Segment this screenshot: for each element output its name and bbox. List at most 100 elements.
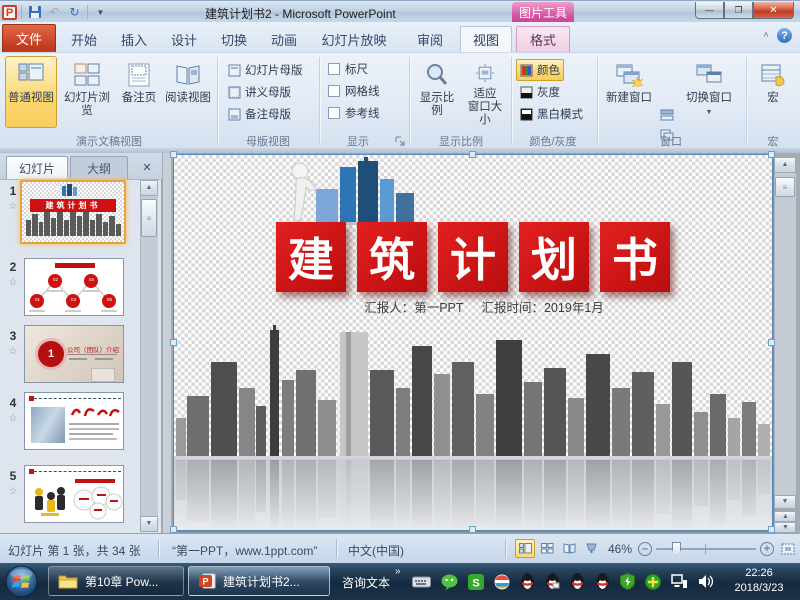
slide-thumbnail-4[interactable] (24, 392, 124, 450)
qq-tray-icon-1[interactable] (520, 573, 535, 590)
title-block: 书 (600, 222, 670, 292)
qq-tray-icon-2[interactable] (545, 573, 560, 590)
tab-review[interactable]: 审阅 (404, 26, 456, 52)
color-button[interactable]: 颜色 (516, 59, 564, 81)
black-white-button[interactable]: 黑白模式 (516, 103, 587, 125)
tab-home[interactable]: 开始 (60, 26, 108, 52)
toolbar-chevron-icon[interactable]: » (395, 566, 401, 577)
zoom-in-button[interactable]: + (760, 542, 774, 556)
zoom-slider-thumb[interactable] (672, 542, 681, 556)
wechat-tray-icon[interactable] (441, 574, 458, 590)
fit-slide-button[interactable] (778, 539, 798, 558)
sogou-s-tray-icon[interactable]: S (468, 574, 484, 590)
slide-thumbnail-1[interactable]: 建筑计划书 (20, 180, 126, 244)
guides-checkbox[interactable]: 参考线 (328, 104, 380, 122)
normal-view-icon (18, 63, 44, 87)
taskbar-toolbar-title[interactable]: 咨询文本 (342, 574, 390, 591)
zoom-percent[interactable]: 46% (608, 542, 632, 556)
ruler-checkbox[interactable]: 标尺 (328, 60, 368, 78)
selection-handle[interactable] (469, 526, 476, 533)
normal-view-button[interactable]: 普通视图 (5, 56, 57, 128)
taskbar-item-powerpoint[interactable]: P 建筑计划书2... (188, 566, 330, 596)
close-pane-icon[interactable]: ✕ (138, 158, 156, 176)
selection-handle[interactable] (469, 151, 476, 158)
pane-scroll-track[interactable] (140, 196, 158, 517)
arrange-all-icon[interactable] (660, 109, 674, 121)
taskbar-item-explorer[interactable]: 第10章 Pow... (48, 566, 184, 596)
tab-slideshow[interactable]: 幻灯片放映 (310, 26, 398, 52)
scroll-up-button[interactable]: ▲ (774, 157, 796, 173)
handout-master-button[interactable]: 讲义母版 (224, 81, 295, 103)
restore-button[interactable]: ❐ (724, 2, 753, 19)
statusbar-normal-view-button[interactable] (515, 539, 535, 558)
minimize-button[interactable]: — (695, 2, 724, 19)
sogou-bear-tray-icon[interactable] (494, 574, 510, 590)
tab-design[interactable]: 设计 (160, 26, 208, 52)
grayscale-button[interactable]: 灰度 (516, 81, 564, 103)
animation-star-icon: ☆ (5, 346, 21, 357)
show-dialog-launcher-icon[interactable] (394, 135, 406, 147)
selection-handle[interactable] (768, 339, 775, 346)
qq-tray-icon-3[interactable] (570, 573, 585, 590)
statusbar-sorter-view-button[interactable] (537, 539, 557, 558)
taskbar-clock[interactable]: 22:26 2018/3/23 (724, 566, 794, 596)
language-indicator[interactable]: 中文(中国) (348, 542, 404, 559)
selection-handle[interactable] (768, 526, 775, 533)
statusbar-slideshow-button[interactable] (581, 539, 601, 558)
slide-master-button[interactable]: 幻灯片母版 (224, 59, 307, 81)
zoom-button[interactable]: 显示比例 (414, 56, 460, 128)
reading-view-button[interactable]: 阅读视图 (163, 56, 213, 128)
pane-scroll-down[interactable]: ▼ (140, 516, 158, 532)
tab-insert[interactable]: 插入 (110, 26, 158, 52)
close-button[interactable]: ✕ (753, 2, 794, 19)
notes-master-button[interactable]: 备注母版 (224, 103, 295, 125)
scroll-down-button[interactable]: ▼ (774, 495, 796, 509)
selection-handle[interactable] (170, 339, 177, 346)
powerpoint-app-icon[interactable]: P (2, 5, 17, 20)
save-icon[interactable] (26, 4, 43, 21)
shield-tray-icon[interactable] (620, 573, 635, 590)
tab-transitions[interactable]: 切换 (210, 26, 258, 52)
slide-canvas[interactable]: 建 筑 计 划 书 汇报人：第一PPT汇报时间：2019年1月 (174, 155, 772, 530)
undo-icon[interactable]: ↶ (46, 4, 63, 21)
statusbar-reading-view-button[interactable] (559, 539, 579, 558)
notes-page-button[interactable]: 备注页 (117, 56, 161, 128)
tab-file[interactable]: 文件 (2, 24, 56, 52)
slide-thumbnail-3[interactable]: 1 公司（团队）介绍 (24, 325, 124, 383)
keyboard-tray-icon[interactable] (412, 575, 431, 589)
slide-thumbnail-5[interactable] (24, 465, 124, 523)
redo-icon[interactable]: ↻ (66, 4, 83, 21)
tab-animations[interactable]: 动画 (260, 26, 308, 52)
gridlines-checkbox[interactable]: 网格线 (328, 82, 380, 100)
macro-button[interactable]: 宏 (753, 56, 793, 128)
start-button[interactable] (5, 565, 38, 598)
tab-format[interactable]: 格式 (516, 26, 570, 52)
pane-scroll-up[interactable]: ▲ (140, 180, 158, 196)
next-slide-button[interactable]: ▼ (774, 522, 796, 533)
selection-handle[interactable] (170, 526, 177, 533)
previous-slide-button[interactable]: ▲ (774, 511, 796, 522)
scroll-track[interactable] (774, 173, 796, 495)
new-window-button[interactable]: 新建窗口 (601, 56, 657, 128)
selection-handle[interactable] (768, 151, 775, 158)
qat-dropdown-icon[interactable]: ▼ (92, 4, 109, 21)
qq-tray-icon-4[interactable] (595, 573, 610, 590)
zoom-slider-track[interactable] (656, 548, 756, 550)
help-icon[interactable]: ? (777, 28, 792, 43)
pane-scroll-thumb[interactable]: ≡ (141, 199, 157, 237)
zoom-out-button[interactable]: – (638, 542, 652, 556)
slide-sorter-button[interactable]: 幻灯片浏览 (59, 56, 115, 128)
tab-view[interactable]: 视图 (460, 26, 512, 52)
slide-thumbnail-2[interactable]: 01 02 03 04 05 (24, 258, 124, 316)
volume-tray-icon[interactable] (698, 574, 713, 589)
selection-handle[interactable] (170, 151, 177, 158)
tab-slides-thumbnails[interactable]: 幻灯片 (6, 156, 68, 179)
collapse-ribbon-icon[interactable]: ˄ (763, 30, 769, 41)
scroll-thumb[interactable]: ≡ (775, 177, 795, 197)
safe-ball-tray-icon[interactable] (645, 574, 661, 590)
switch-window-button[interactable]: 切换窗口 ▼ (680, 56, 738, 128)
fit-to-window-button[interactable]: 适应窗口大小 (462, 56, 508, 128)
thumb5-circles (71, 486, 123, 520)
tab-outline[interactable]: 大纲 (70, 156, 128, 179)
network-tray-icon[interactable] (671, 574, 688, 589)
